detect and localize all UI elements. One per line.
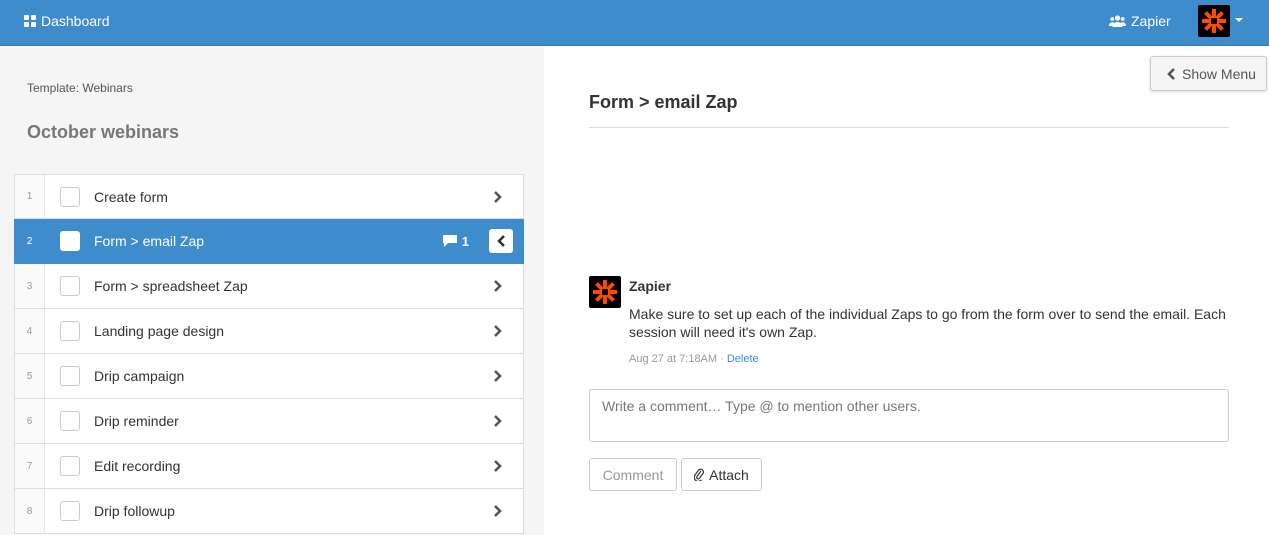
meta-separator: · xyxy=(720,353,724,365)
task-number: 1 xyxy=(15,175,45,218)
task-label: Form > email Zap xyxy=(94,233,205,249)
chevron-right-icon[interactable] xyxy=(485,274,509,298)
list-title: October webinars xyxy=(27,122,180,142)
task-row[interactable]: 6 Drip reminder xyxy=(14,399,524,444)
task-detail-title: Form > email Zap xyxy=(589,92,738,112)
chevron-right-icon[interactable] xyxy=(485,185,509,209)
attach-button[interactable]: Attach xyxy=(681,458,762,491)
task-row[interactable]: 3 Form > spreadsheet Zap xyxy=(14,264,524,309)
task-row[interactable]: 1 Create form xyxy=(14,174,524,219)
users-icon xyxy=(1109,15,1126,27)
template-label: Template: Webinars xyxy=(27,81,133,95)
chevron-right-icon[interactable] xyxy=(485,364,509,388)
task-row[interactable]: 7 Edit recording xyxy=(14,444,524,489)
task-checkbox[interactable] xyxy=(60,186,80,207)
comment-input[interactable] xyxy=(589,389,1229,442)
chevron-right-icon[interactable] xyxy=(485,319,509,343)
team-link[interactable]: Zapier xyxy=(1109,13,1171,29)
comment-timestamp: Aug 27 at 7:18AM xyxy=(629,353,718,365)
task-number: 8 xyxy=(15,489,45,533)
task-row-active[interactable]: 2 Form > email Zap 1 xyxy=(14,219,524,264)
show-menu-button[interactable]: Show Menu xyxy=(1150,56,1267,91)
task-row[interactable]: 8 Drip followup xyxy=(14,489,524,534)
task-number: 6 xyxy=(15,399,45,443)
comment-meta: Aug 27 at 7:18AM · Delete xyxy=(629,353,759,365)
dashboard-label: Dashboard xyxy=(41,13,110,29)
comment-count: 1 xyxy=(442,233,469,249)
task-label: Drip reminder xyxy=(94,413,179,429)
chevron-left-icon xyxy=(1167,67,1175,80)
task-number: 5 xyxy=(15,354,45,398)
team-label: Zapier xyxy=(1131,13,1171,29)
delete-comment-link[interactable]: Delete xyxy=(727,353,759,365)
chevron-right-icon[interactable] xyxy=(485,454,509,478)
user-menu-caret-icon[interactable] xyxy=(1235,18,1243,22)
title-divider xyxy=(589,127,1229,128)
task-list: 1 Create form 2 Form > email Zap 1 3 For… xyxy=(14,174,524,534)
show-menu-label: Show Menu xyxy=(1182,65,1256,82)
task-row[interactable]: 5 Drip campaign xyxy=(14,354,524,399)
paperclip-icon xyxy=(694,468,705,481)
task-label: Form > spreadsheet Zap xyxy=(94,278,248,294)
task-label: Create form xyxy=(94,188,168,205)
task-label: Drip followup xyxy=(94,503,175,519)
task-checkbox[interactable] xyxy=(60,231,80,251)
chevron-right-icon[interactable] xyxy=(485,499,509,523)
comment-count-value: 1 xyxy=(461,233,469,249)
comment-author-avatar xyxy=(589,276,621,308)
task-label: Landing page design xyxy=(94,323,225,339)
zapier-logo-icon xyxy=(1202,9,1226,33)
task-label: Drip campaign xyxy=(94,368,185,384)
comment-text: Make sure to set up each of the individu… xyxy=(629,306,1226,340)
chevron-left-icon[interactable] xyxy=(489,229,513,253)
dashboard-grid-icon xyxy=(24,15,36,27)
zapier-logo-icon xyxy=(593,280,617,304)
task-number: 3 xyxy=(15,264,45,308)
dashboard-link[interactable]: Dashboard xyxy=(24,13,110,29)
top-navbar: Dashboard Zapier xyxy=(0,0,1269,46)
chevron-right-icon[interactable] xyxy=(485,409,509,433)
comment-author: Zapier xyxy=(629,278,672,294)
task-label: Edit recording xyxy=(94,458,181,474)
task-checkbox[interactable] xyxy=(60,411,80,431)
task-number: 2 xyxy=(15,219,45,263)
comment-icon xyxy=(442,235,457,247)
task-checkbox[interactable] xyxy=(60,456,80,476)
task-checkbox[interactable] xyxy=(60,321,80,341)
comment-button[interactable]: Comment xyxy=(589,458,677,491)
user-avatar[interactable] xyxy=(1198,5,1230,37)
task-list-panel: Template: Webinars October webinars 1 Cr… xyxy=(0,47,544,535)
comment-button-label: Comment xyxy=(602,466,664,483)
task-checkbox[interactable] xyxy=(60,501,80,521)
attach-button-label: Attach xyxy=(709,466,749,483)
task-row[interactable]: 4 Landing page design xyxy=(14,309,524,354)
task-checkbox[interactable] xyxy=(60,366,80,386)
task-number: 7 xyxy=(15,444,45,488)
task-checkbox[interactable] xyxy=(60,276,80,296)
task-number: 4 xyxy=(15,309,45,353)
